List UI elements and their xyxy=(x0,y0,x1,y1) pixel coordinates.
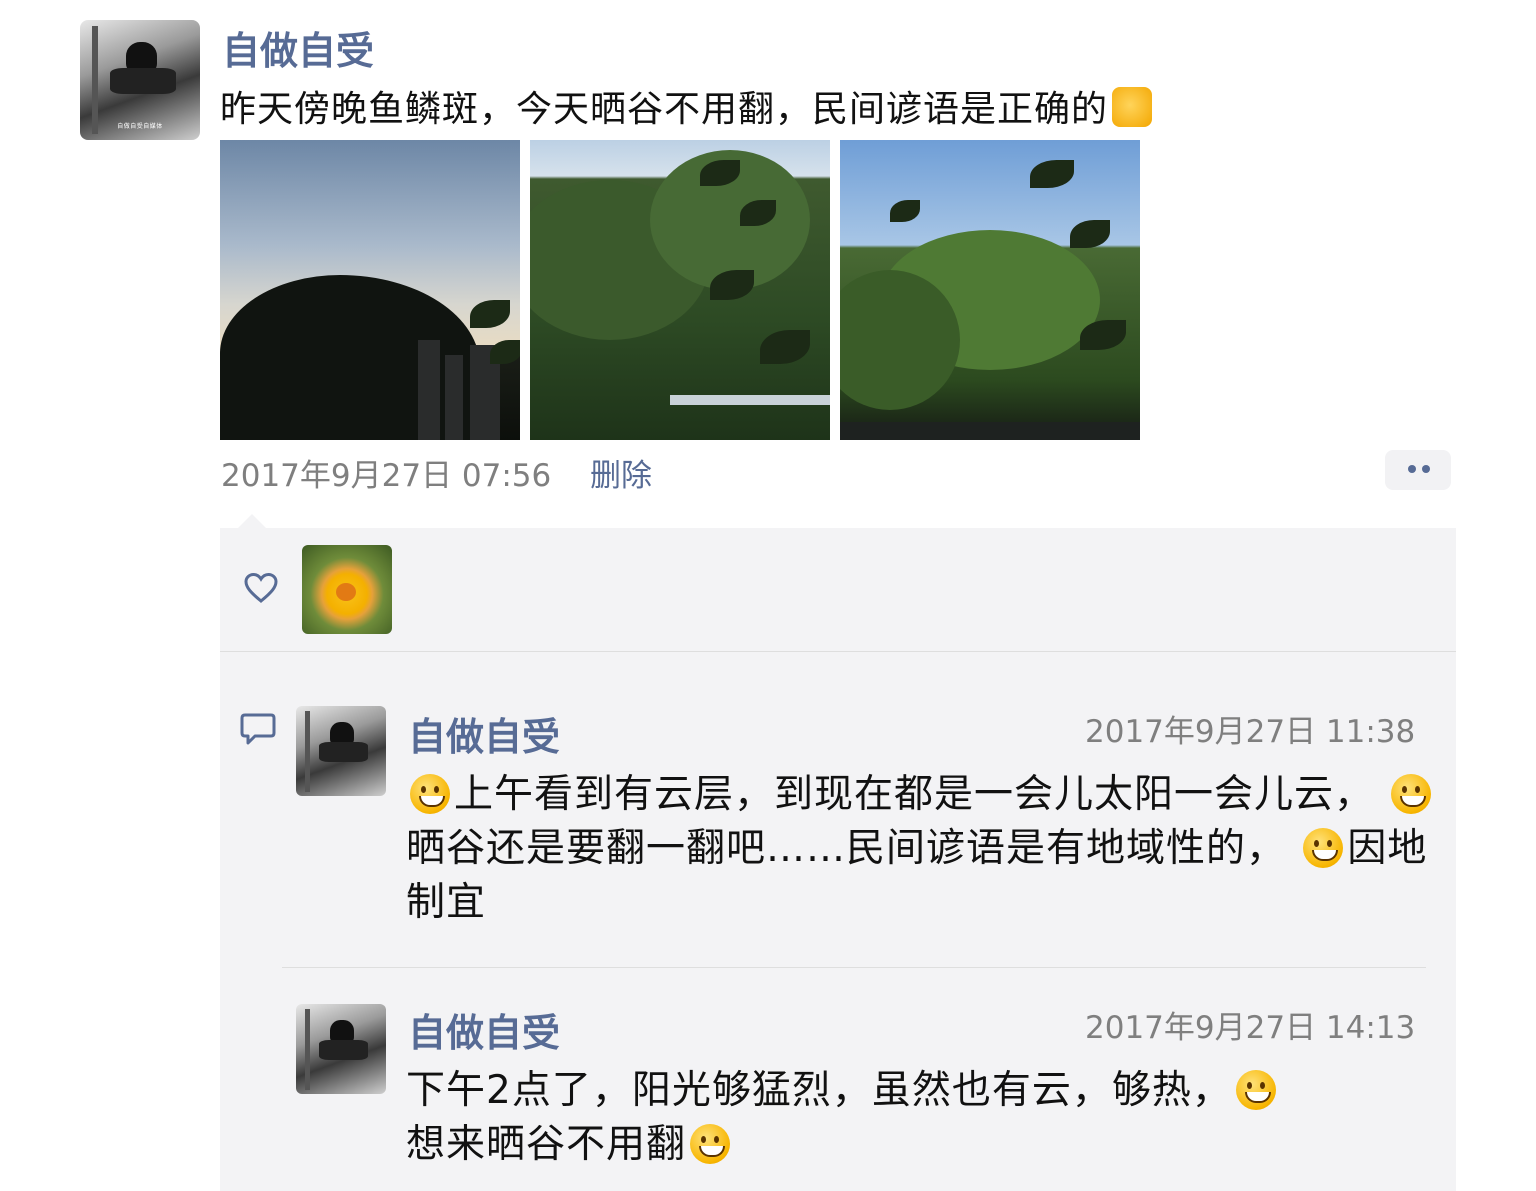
comment-icon xyxy=(240,712,276,746)
comment-author-name[interactable]: 自做自受 xyxy=(408,1002,560,1057)
comment-text: 下午2点了，阳光够猛烈，虽然也有云，够热， 想来晒谷不用翻 xyxy=(406,1064,1436,1172)
comment-author-avatar[interactable] xyxy=(296,706,386,796)
thumbs-up-emoji-icon xyxy=(1112,87,1153,127)
grinning-emoji-icon xyxy=(410,774,450,814)
author-name[interactable]: 自做自受 xyxy=(222,20,374,75)
more-button[interactable] xyxy=(1385,450,1451,490)
beaming-emoji-icon xyxy=(690,1124,731,1164)
author-avatar[interactable]: 自做自受自媒体 xyxy=(80,20,200,140)
grinning-emoji-icon xyxy=(1235,1070,1276,1110)
comment-text: 上午看到有云层，到现在都是一会儿太阳一会儿云， 晒谷还是要翻一翻吧……民间谚语是… xyxy=(406,768,1436,930)
grinning-emoji-icon xyxy=(1391,774,1432,814)
post-text: 昨天傍晚鱼鳞斑，今天晒谷不用翻，民间谚语是正确的 xyxy=(220,80,1153,132)
likes-divider xyxy=(220,651,1456,652)
forest-hill-photo[interactable] xyxy=(530,140,830,440)
panel-pointer xyxy=(238,514,266,528)
post-time: 2017年9月27日 07:56 xyxy=(221,458,552,494)
grinning-emoji-icon xyxy=(1303,828,1344,868)
sunset-sky-hill-photo[interactable] xyxy=(220,140,520,440)
heart-icon xyxy=(244,572,278,604)
liker-avatar[interactable] xyxy=(302,545,392,634)
comment-time: 2017年9月27日 14:13 xyxy=(1085,1010,1416,1046)
comment-time: 2017年9月27日 11:38 xyxy=(1085,714,1416,750)
comment-divider xyxy=(282,967,1426,968)
post-text-content: 昨天傍晚鱼鳞斑，今天晒谷不用翻，民间谚语是正确的 xyxy=(220,89,1109,130)
comment-author-avatar[interactable] xyxy=(296,1004,386,1094)
delete-link[interactable]: 删除 xyxy=(590,450,652,495)
comment-author-name[interactable]: 自做自受 xyxy=(408,706,560,761)
sunny-hill-photo[interactable] xyxy=(840,140,1140,440)
avatar-caption: 自做自受自媒体 xyxy=(117,123,163,131)
